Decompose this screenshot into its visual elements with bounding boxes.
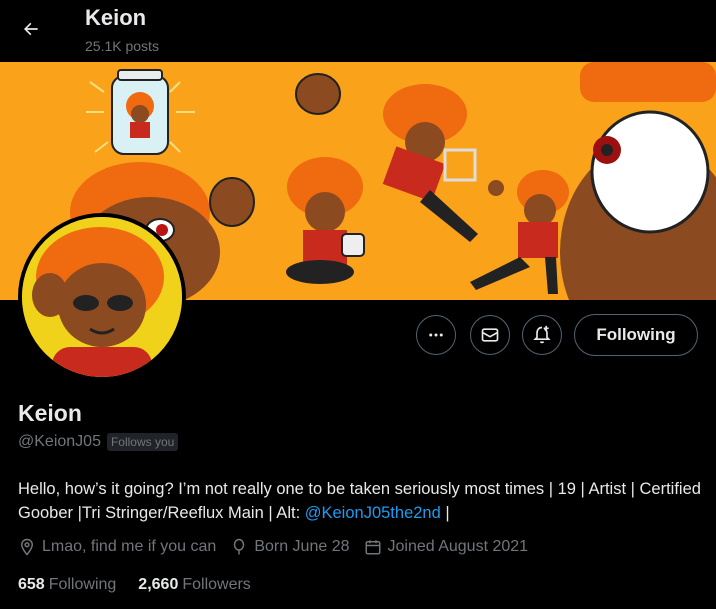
avatar-illustration bbox=[22, 217, 182, 377]
more-button[interactable] bbox=[416, 315, 456, 355]
bio-alt-link[interactable]: @KeionJ05the2nd bbox=[305, 504, 441, 522]
avatar[interactable] bbox=[22, 217, 182, 377]
birthday-item: Born June 28 bbox=[230, 538, 350, 556]
joined-item: Joined August 2021 bbox=[364, 538, 529, 556]
followers-label: Followers bbox=[182, 576, 251, 593]
follow-stats: 658 Following 2,660 Followers bbox=[18, 576, 273, 594]
location-text: Lmao, find me if you can bbox=[42, 538, 217, 555]
envelope-icon bbox=[481, 328, 499, 342]
more-dots-icon bbox=[429, 333, 443, 337]
following-label: Following bbox=[48, 576, 117, 593]
message-button[interactable] bbox=[470, 315, 510, 355]
posts-count: 25.1K posts bbox=[85, 38, 159, 54]
follows-you-badge: Follows you bbox=[106, 433, 179, 451]
following-count: 658 bbox=[18, 576, 45, 593]
back-button[interactable] bbox=[14, 12, 48, 46]
birthday-text: Born June 28 bbox=[254, 538, 350, 555]
handle-row: @KeionJ05 Follows you bbox=[18, 433, 179, 451]
location-item: Lmao, find me if you can bbox=[18, 538, 216, 556]
arrow-left-icon bbox=[24, 22, 38, 36]
bio: Hello, how’s it going? I’m not really on… bbox=[18, 477, 706, 525]
bell-plus-icon bbox=[533, 325, 551, 344]
display-name: Keion bbox=[18, 400, 82, 426]
bio-suffix: | bbox=[440, 504, 450, 522]
followers-count: 2,660 bbox=[138, 576, 179, 593]
joined-text: Joined August 2021 bbox=[387, 538, 529, 555]
handle: @KeionJ05 bbox=[18, 433, 101, 450]
jar-character bbox=[111, 69, 169, 155]
avatar-frame[interactable] bbox=[18, 213, 186, 381]
profile-meta: Lmao, find me if you can Born June 28 Jo… bbox=[18, 538, 542, 556]
calendar-icon bbox=[365, 540, 380, 555]
top-bar: Keion 25.1K posts bbox=[0, 0, 716, 62]
followers-stat[interactable]: 2,660 Followers bbox=[138, 576, 251, 594]
balloon-icon bbox=[234, 538, 245, 555]
notify-button[interactable] bbox=[522, 315, 562, 355]
page-title: Keion bbox=[85, 5, 147, 30]
following-stat[interactable]: 658 Following bbox=[18, 576, 116, 594]
location-pin-icon bbox=[20, 538, 34, 556]
following-button[interactable]: Following bbox=[574, 314, 698, 356]
